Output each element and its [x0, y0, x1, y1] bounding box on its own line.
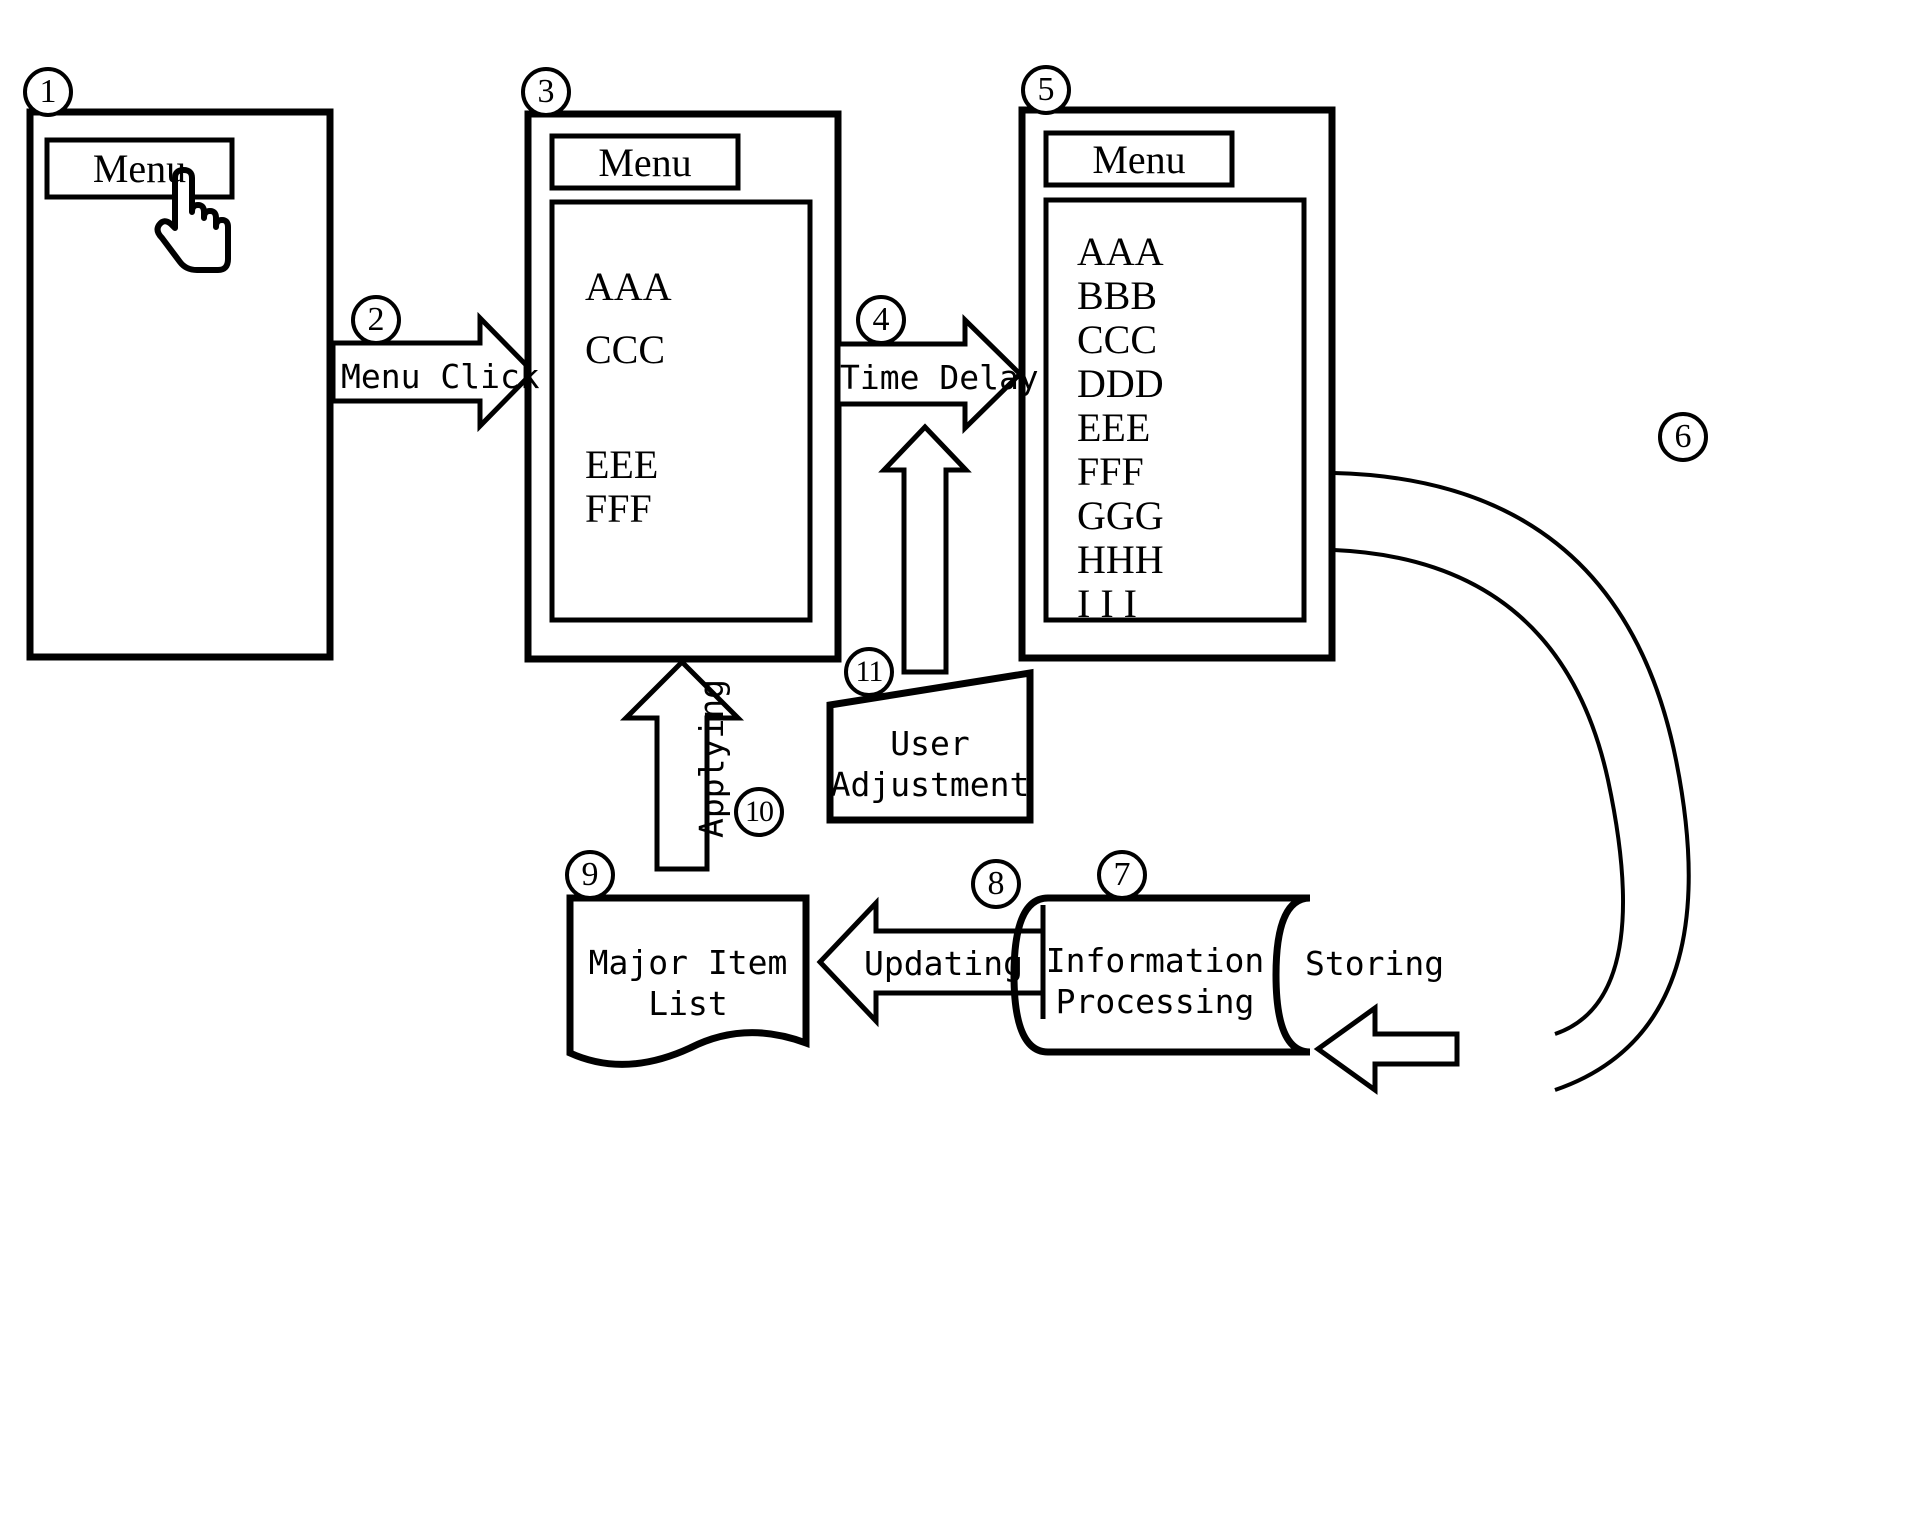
screen-5-item-6[interactable]: GGG [1077, 492, 1164, 539]
screen-5-menu-title: Menu [1092, 136, 1186, 182]
storing-label: Storing [1305, 944, 1445, 983]
menu-click-label: Menu Click [341, 357, 540, 396]
screen-5-item-5[interactable]: FFF [1077, 448, 1144, 495]
screen-5-item-2[interactable]: CCC [1077, 316, 1157, 363]
ref-5-label: 5 [1037, 71, 1055, 108]
ref-6-label: 6 [1674, 418, 1692, 455]
ref-7-label: 7 [1113, 856, 1131, 893]
screen-3-item-0[interactable]: AAA [585, 263, 672, 310]
applying-label: Applying [692, 679, 731, 838]
time-delay-label: Time Delay [840, 358, 1039, 397]
screen-5-item-7[interactable]: HHH [1077, 536, 1164, 583]
storing-curve-outer [1333, 471, 1691, 1092]
ref-3-label: 3 [537, 73, 555, 110]
ref-9-label: 9 [581, 856, 599, 893]
major-item-list-label: Major Item List [588, 943, 788, 1024]
screen-5-item-3[interactable]: DDD [1077, 360, 1164, 407]
ref-1-label: 1 [39, 73, 57, 110]
screen-3-menu-title: Menu [598, 139, 692, 185]
information-processing-label: Information Processing [1045, 941, 1265, 1022]
ref-2-label: 2 [367, 301, 385, 338]
ref-4-label: 4 [872, 301, 890, 338]
screen-5-item-0[interactable]: AAA [1077, 228, 1164, 275]
ref-8-label: 8 [987, 865, 1005, 902]
diagram-canvas: 1 2 3 4 5 6 7 8 9 10 11 Menu Menu AAA CC… [0, 0, 1917, 1530]
storing-arrowhead [1313, 1003, 1460, 1095]
screen-1-menu-button-label[interactable]: Menu [47, 140, 232, 197]
user-adjustment-label: User Adjustment [830, 724, 1030, 805]
ref-11-label: 11 [855, 655, 884, 688]
screen-5-item-4[interactable]: EEE [1077, 404, 1150, 451]
ref-10-label: 10 [745, 795, 774, 828]
screen-3-item-3[interactable]: EEE [585, 441, 658, 488]
screen-3-item-4[interactable]: FFF [585, 485, 652, 532]
updating-label: Updating [864, 944, 1023, 983]
screen-3-item-1[interactable]: CCC [585, 326, 665, 373]
user-adjustment-up-arrow [878, 423, 972, 675]
screen-5-item-8[interactable]: I I I [1077, 580, 1137, 627]
screen-5-item-1[interactable]: BBB [1077, 272, 1157, 319]
